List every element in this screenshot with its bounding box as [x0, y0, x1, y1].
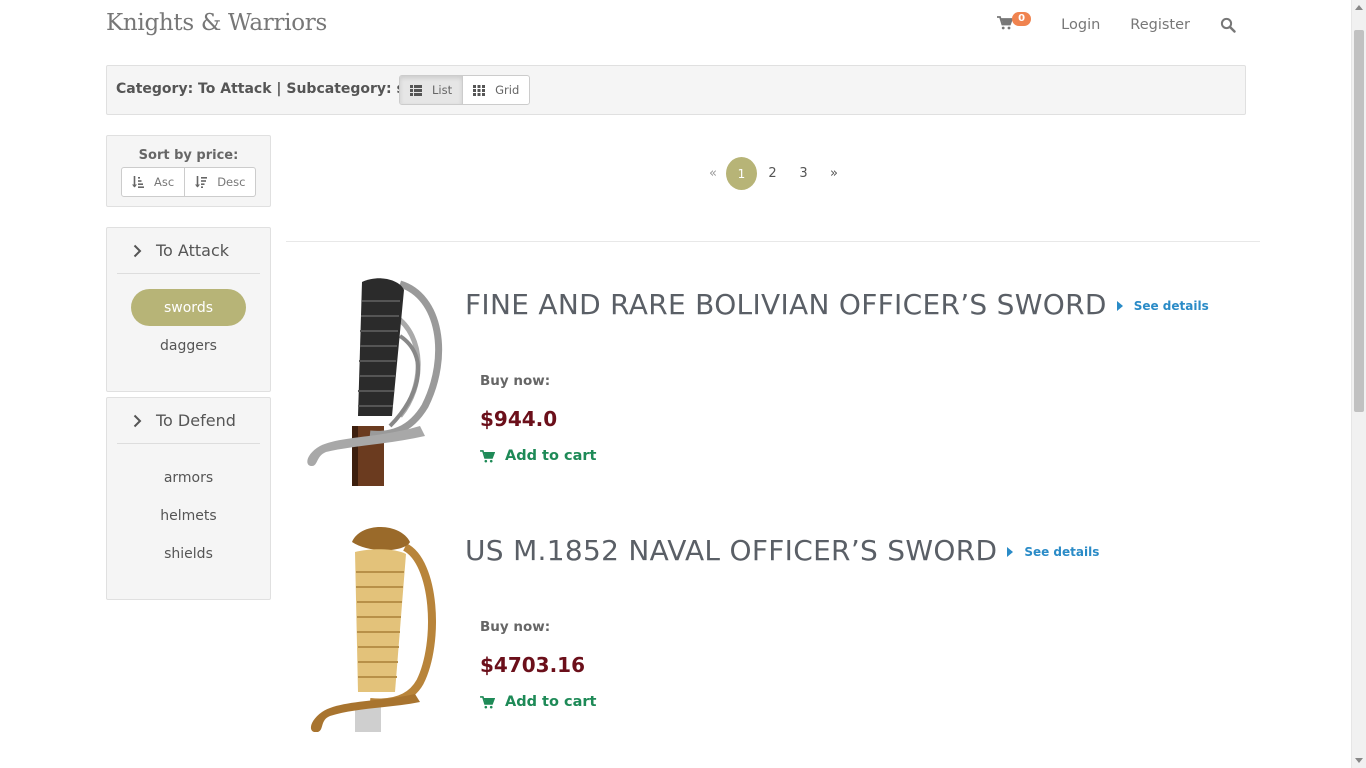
buy-now-label: Buy now: — [480, 619, 551, 635]
scrollbar-thumb[interactable] — [1354, 30, 1364, 412]
sort-desc-button[interactable]: Desc — [184, 168, 255, 196]
product-title[interactable]: US M.1852 NAVAL OFFICER’S SWORD See detai… — [465, 534, 1099, 567]
caret-right-icon — [1007, 547, 1014, 557]
scroll-up-arrow-icon[interactable] — [1355, 5, 1363, 10]
category-header-to-attack[interactable]: To Attack — [117, 228, 260, 274]
category-panel-to-defend: To Defend armors helmets shields — [106, 397, 271, 600]
add-to-cart-label: Add to cart — [505, 694, 597, 710]
subcategory-shields[interactable]: shields — [131, 535, 246, 572]
shopping-cart-icon — [480, 449, 495, 462]
product-image[interactable] — [300, 522, 460, 732]
subcategory-helmets[interactable]: helmets — [131, 497, 246, 534]
list-view-button[interactable]: List — [400, 76, 463, 104]
category-title: To Attack — [156, 241, 230, 260]
sort-asc-label: Asc — [154, 175, 175, 189]
caret-right-icon — [1116, 301, 1123, 311]
category-panel-to-attack: To Attack swords daggers — [106, 227, 271, 392]
cart-button[interactable]: 0 — [997, 12, 1032, 37]
grid-icon — [473, 84, 486, 96]
subcategory-daggers[interactable]: daggers — [131, 327, 246, 364]
product-title-text: US M.1852 NAVAL OFFICER’S SWORD — [465, 534, 998, 567]
top-nav: 0 Login Register — [997, 12, 1238, 37]
shopping-cart-icon — [997, 16, 1014, 30]
chevron-right-icon — [133, 414, 142, 427]
chevron-right-icon — [133, 244, 142, 257]
product-price: $944.0 — [480, 407, 558, 431]
product-title[interactable]: FINE AND RARE BOLIVIAN OFFICER’S SWORD Se… — [465, 288, 1209, 321]
sort-panel: Sort by price: Asc Desc — [106, 135, 271, 207]
grid-view-label: Grid — [495, 83, 520, 97]
pagination-next[interactable]: » — [819, 157, 849, 190]
list-icon — [410, 84, 422, 96]
category-title: To Defend — [156, 411, 236, 430]
cart-count-badge: 0 — [1012, 12, 1032, 26]
add-to-cart-label: Add to cart — [505, 448, 597, 464]
product-card: US M.1852 NAVAL OFFICER’S SWORD See detai… — [300, 522, 1240, 742]
add-to-cart-button[interactable]: Add to cart — [480, 694, 596, 710]
shopping-cart-icon — [480, 695, 495, 708]
see-details-link[interactable]: See details — [1007, 545, 1099, 559]
view-toggle: List Grid — [399, 75, 531, 105]
category-header-to-defend[interactable]: To Defend — [117, 398, 260, 444]
grid-view-button[interactable]: Grid — [462, 76, 529, 104]
pagination-page-2[interactable]: 2 — [757, 157, 788, 190]
pagination-page-3[interactable]: 3 — [788, 157, 819, 190]
brand-logo[interactable]: Knights & Warriors — [106, 10, 327, 36]
sword-image — [311, 527, 436, 732]
subcategory-armors[interactable]: armors — [131, 459, 246, 496]
pagination: « 1 2 3 » — [700, 157, 849, 190]
product-price: $4703.16 — [480, 653, 586, 677]
see-details-label: See details — [1133, 299, 1209, 313]
subcategory-swords[interactable]: swords — [131, 289, 246, 326]
sort-ascending-icon — [132, 176, 144, 188]
divider — [286, 241, 1260, 242]
search-icon[interactable] — [1220, 17, 1236, 33]
buy-now-label: Buy now: — [480, 373, 551, 389]
sort-title: Sort by price: — [138, 148, 239, 163]
list-view-label: List — [432, 83, 453, 97]
category-bar: Category: To Attack | Subcategory: sword… — [106, 65, 1246, 115]
product-card: FINE AND RARE BOLIVIAN OFFICER’S SWORD Se… — [300, 276, 1240, 496]
product-image[interactable] — [300, 276, 460, 486]
product-title-text: FINE AND RARE BOLIVIAN OFFICER’S SWORD — [465, 288, 1107, 321]
see-details-link[interactable]: See details — [1116, 299, 1209, 313]
scroll-down-arrow-icon[interactable] — [1355, 758, 1363, 763]
sort-desc-label: Desc — [217, 175, 246, 189]
sword-image — [307, 278, 443, 486]
add-to-cart-button[interactable]: Add to cart — [480, 448, 596, 464]
pagination-prev[interactable]: « — [700, 157, 726, 190]
login-link[interactable]: Login — [1061, 17, 1100, 33]
sort-asc-button[interactable]: Asc — [122, 168, 184, 196]
sort-descending-icon — [195, 176, 208, 188]
register-link[interactable]: Register — [1130, 17, 1190, 33]
see-details-label: See details — [1024, 545, 1100, 559]
sort-buttons: Asc Desc — [121, 167, 257, 197]
page-scrollbar[interactable] — [1351, 0, 1366, 768]
pagination-page-1[interactable]: 1 — [726, 157, 757, 190]
